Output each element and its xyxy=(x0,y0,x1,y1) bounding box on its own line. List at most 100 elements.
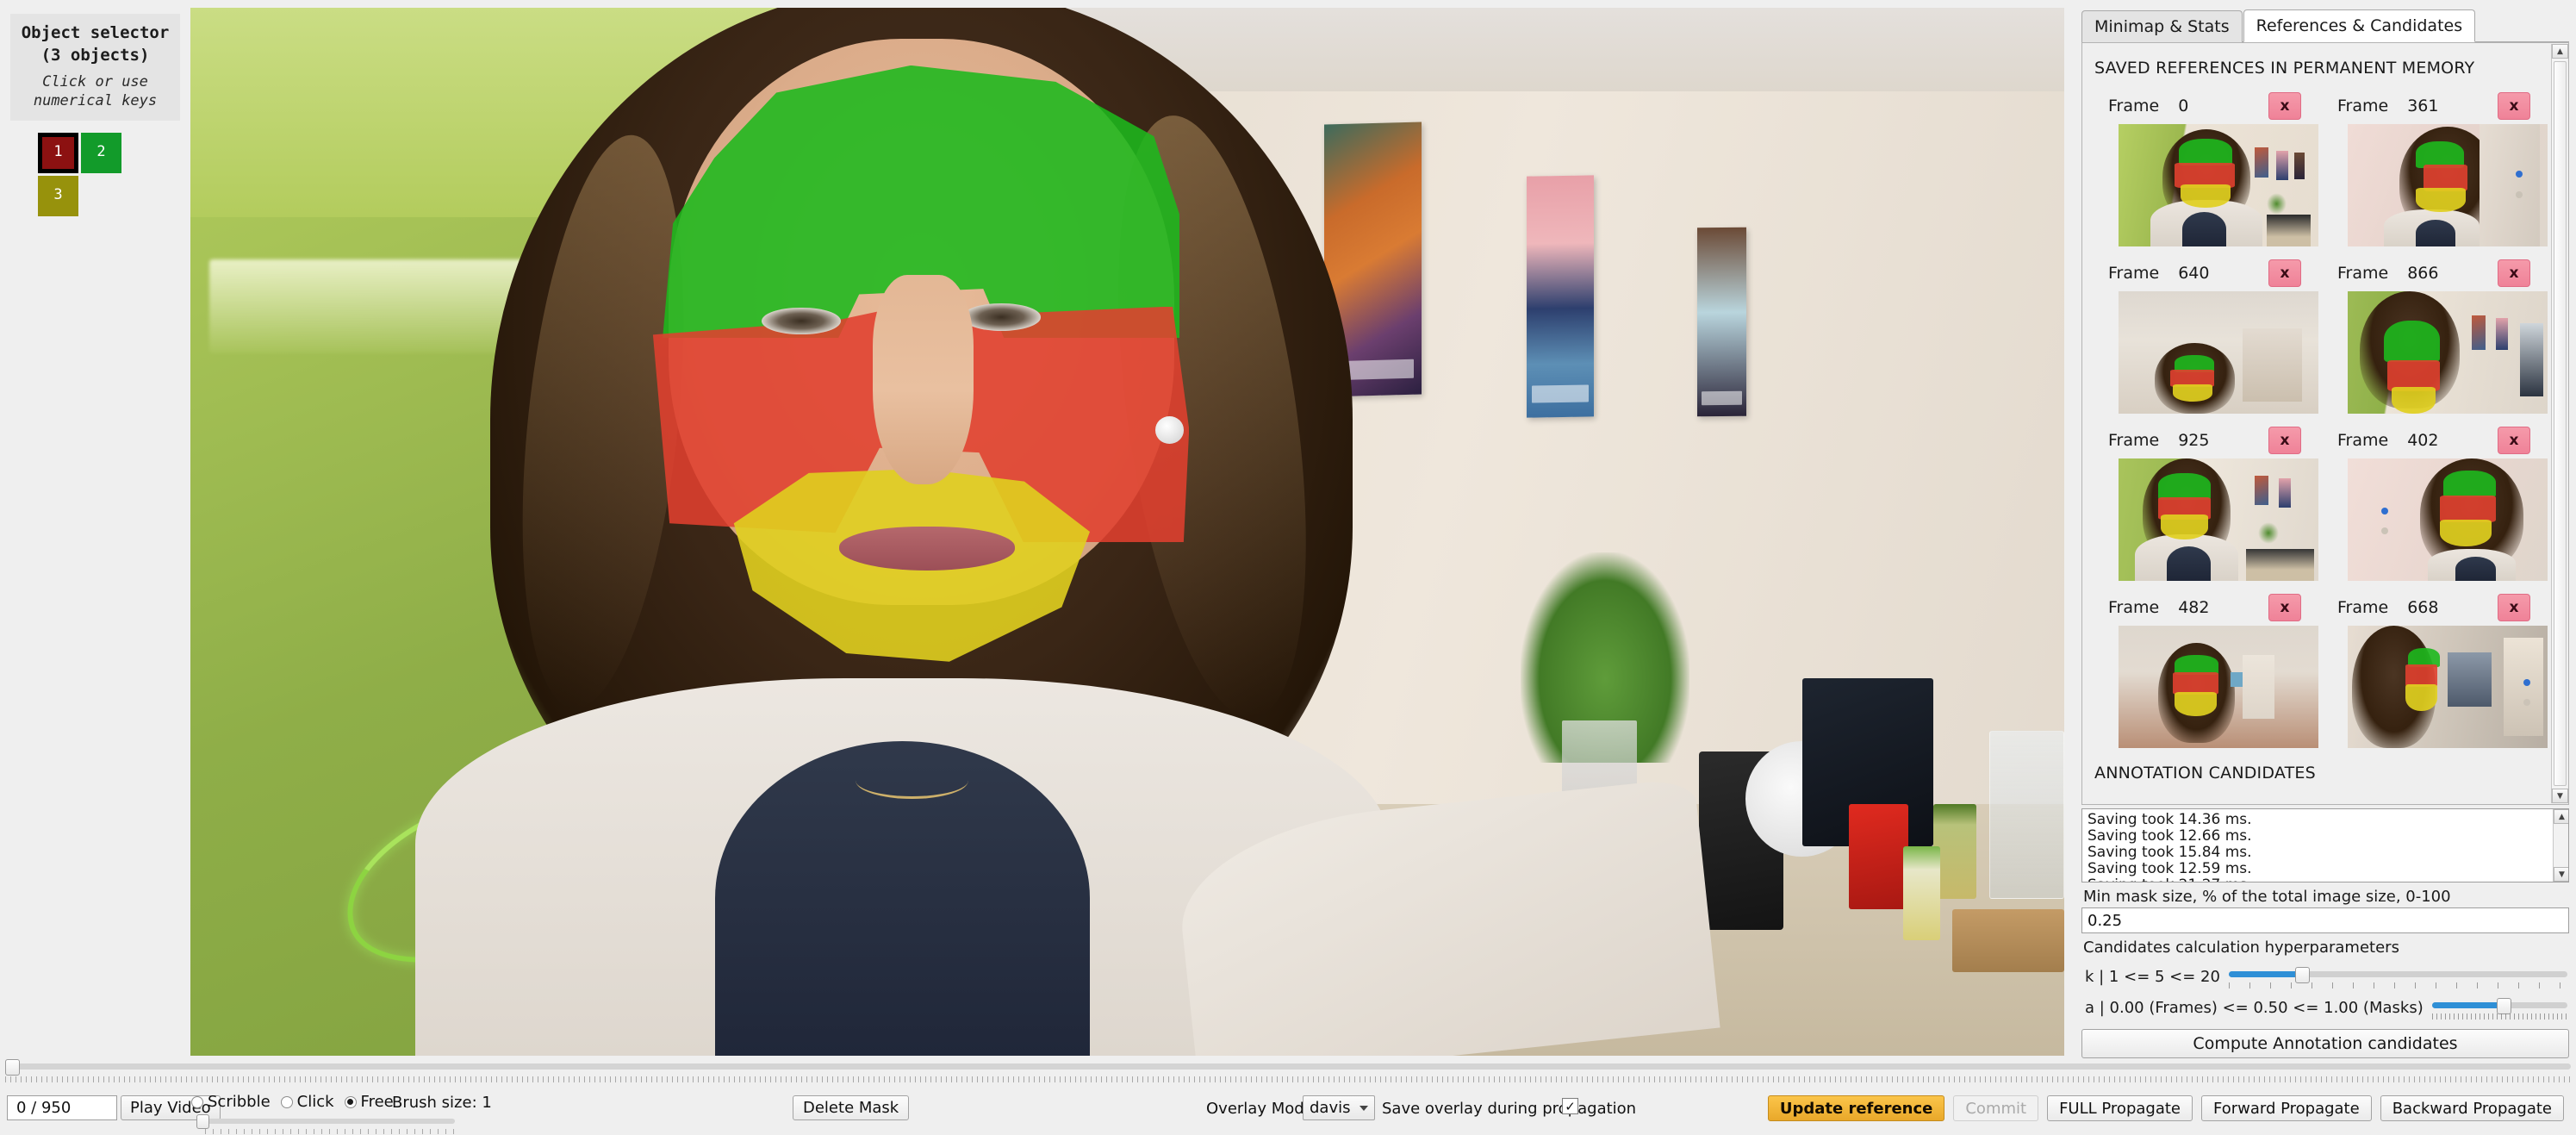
timeline-slider[interactable] xyxy=(0,1058,2576,1088)
timeline-knob[interactable] xyxy=(5,1059,20,1076)
reference-thumbnail[interactable] xyxy=(2348,458,2548,581)
delete-reference-button[interactable]: x xyxy=(2268,92,2301,120)
brush-slider-knob[interactable] xyxy=(196,1114,209,1129)
min-mask-size-input[interactable]: 0.25 xyxy=(2081,907,2569,933)
reference-card[interactable]: Frame 482 x xyxy=(2093,593,2322,748)
delete-icon: x xyxy=(2509,97,2519,115)
brush-size-slider[interactable] xyxy=(196,1113,455,1134)
delete-reference-button[interactable]: x xyxy=(2268,594,2301,621)
oil-bottle xyxy=(1902,845,1941,941)
delete-reference-button[interactable]: x xyxy=(2498,259,2530,287)
mode-free[interactable]: Free xyxy=(344,1093,394,1111)
reference-thumbnail[interactable] xyxy=(2348,626,2548,748)
reference-thumbnail[interactable] xyxy=(2348,291,2548,414)
reference-thumbnail[interactable] xyxy=(2119,124,2318,246)
frame-label: Frame xyxy=(2108,264,2160,283)
delete-reference-button[interactable]: x xyxy=(2268,427,2301,454)
red-appliance xyxy=(1848,804,1909,909)
reference-thumbnail[interactable] xyxy=(2119,291,2318,414)
reference-card[interactable]: Frame 640 x xyxy=(2093,259,2322,414)
frame-label: Frame xyxy=(2108,97,2160,115)
references-scrollbar[interactable]: ▲ ▼ xyxy=(2551,44,2568,803)
compute-annotation-candidates-button[interactable]: Compute Annotation candidates xyxy=(2081,1029,2569,1058)
update-reference-label: Update reference xyxy=(1779,1099,1933,1118)
radio-icon xyxy=(191,1095,203,1108)
reference-card[interactable]: Frame 402 x xyxy=(2322,426,2551,581)
reference-card[interactable]: Frame 668 x xyxy=(2322,593,2551,748)
delete-mask-button[interactable]: Delete Mask xyxy=(793,1095,910,1120)
save-overlay-label: Save overlay during propagation xyxy=(1382,1100,1637,1118)
delete-icon: x xyxy=(2280,97,2290,115)
mode-label: Click xyxy=(296,1093,334,1111)
timeline-rail[interactable] xyxy=(5,1063,2571,1070)
eye-right xyxy=(962,302,1042,331)
reference-thumbnail[interactable] xyxy=(2348,124,2548,246)
delete-icon: x xyxy=(2280,599,2290,616)
object-swatch-2[interactable]: 2 xyxy=(81,133,121,174)
frame-label: Frame xyxy=(2337,431,2389,450)
delete-reference-button[interactable]: x xyxy=(2268,259,2301,287)
object-swatch-label: 3 xyxy=(53,186,63,204)
mode-click[interactable]: Click xyxy=(280,1093,334,1111)
frame-number: 482 xyxy=(2178,598,2210,617)
frame-counter-input[interactable]: 0 / 950 xyxy=(7,1095,117,1120)
frame-number: 866 xyxy=(2407,264,2439,283)
overlay-mode-value: davis xyxy=(1310,1099,1351,1117)
scroll-up-icon[interactable]: ▲ xyxy=(2554,809,2568,824)
wall-poster-3 xyxy=(1696,228,1746,417)
log-scrollbar[interactable]: ▲ ▼ xyxy=(2553,809,2568,882)
frame-number: 361 xyxy=(2407,97,2439,115)
object-swatch-grid: 1 2 3 xyxy=(38,133,141,217)
propagation-actions: Update reference Commit FULL Propagate F… xyxy=(1767,1095,2564,1121)
reference-card[interactable]: Frame 361 x xyxy=(2322,91,2551,246)
overlay-mode-select[interactable]: davis xyxy=(1303,1095,1375,1120)
commit-label: Commit xyxy=(1965,1099,2027,1118)
hyperparameters-label: Candidates calculation hyperparameters xyxy=(2083,939,2399,957)
slider-a[interactable] xyxy=(2431,996,2567,1020)
scrollbar-thumb[interactable] xyxy=(2554,61,2567,786)
scroll-up-icon[interactable]: ▲ xyxy=(2552,44,2568,59)
log-output[interactable]: Saving took 14.36 ms. Saving took 12.66 … xyxy=(2081,808,2569,882)
interaction-mode-group: Scribble Click Free xyxy=(191,1093,399,1111)
backward-propagate-label: Backward Propagate xyxy=(2392,1099,2552,1118)
scroll-down-icon[interactable]: ▼ xyxy=(2554,867,2568,882)
object-selector-panel: Object selector (3 objects) Click or use… xyxy=(0,0,190,1056)
save-overlay-checkbox[interactable]: ✓ xyxy=(1562,1098,1578,1114)
object-swatch-1[interactable]: 1 xyxy=(38,133,78,174)
full-propagate-button[interactable]: FULL Propagate xyxy=(2047,1095,2193,1121)
frame-label: Frame xyxy=(2337,264,2389,283)
reference-card[interactable]: Frame 0 x xyxy=(2093,91,2322,246)
mode-scribble[interactable]: Scribble xyxy=(191,1093,271,1111)
object-selector-hint: Click or use numerical keys xyxy=(33,73,158,110)
delete-icon: x xyxy=(2280,432,2290,449)
reference-thumbnail[interactable] xyxy=(2119,626,2318,748)
backward-propagate-button[interactable]: Backward Propagate xyxy=(2380,1095,2564,1121)
slider-k[interactable] xyxy=(2228,965,2567,988)
delete-reference-button[interactable]: x xyxy=(2498,427,2530,454)
tab-label: References & Candidates xyxy=(2256,16,2463,35)
right-panel: Minimap & Stats References & Candidates … xyxy=(2075,0,2576,1073)
reference-thumbnail[interactable] xyxy=(2119,458,2318,581)
log-line: Saving took 14.36 ms. xyxy=(2088,811,2252,828)
forward-propagate-button[interactable]: Forward Propagate xyxy=(2200,1095,2372,1121)
delete-reference-button[interactable]: x xyxy=(2498,92,2530,120)
delete-icon: x xyxy=(2509,432,2519,449)
reference-card[interactable]: Frame 925 x xyxy=(2093,426,2322,581)
reference-card[interactable]: Frame 866 x xyxy=(2322,259,2551,414)
object-swatch-label: 1 xyxy=(53,143,63,161)
nose xyxy=(872,275,974,485)
log-line: Saving took 21.27 ms. xyxy=(2088,877,2568,882)
brush-slider-rail xyxy=(205,1119,455,1124)
update-reference-button[interactable]: Update reference xyxy=(1767,1095,1945,1121)
checkmark-icon: ✓ xyxy=(1565,1098,1576,1114)
bottom-toolbar: 0 / 950 Play Video Scribble Click Free B… xyxy=(0,1088,2576,1135)
tab-references-candidates[interactable]: References & Candidates xyxy=(2243,9,2476,42)
video-canvas[interactable] xyxy=(190,8,2064,1056)
scroll-down-icon[interactable]: ▼ xyxy=(2552,789,2568,803)
tab-minimap-stats[interactable]: Minimap & Stats xyxy=(2081,10,2243,42)
full-propagate-label: FULL Propagate xyxy=(2059,1099,2181,1118)
object-swatch-3[interactable]: 3 xyxy=(38,176,78,217)
delete-reference-button[interactable]: x xyxy=(2498,594,2530,621)
forward-propagate-label: Forward Propagate xyxy=(2212,1099,2360,1118)
radio-icon xyxy=(344,1095,357,1108)
